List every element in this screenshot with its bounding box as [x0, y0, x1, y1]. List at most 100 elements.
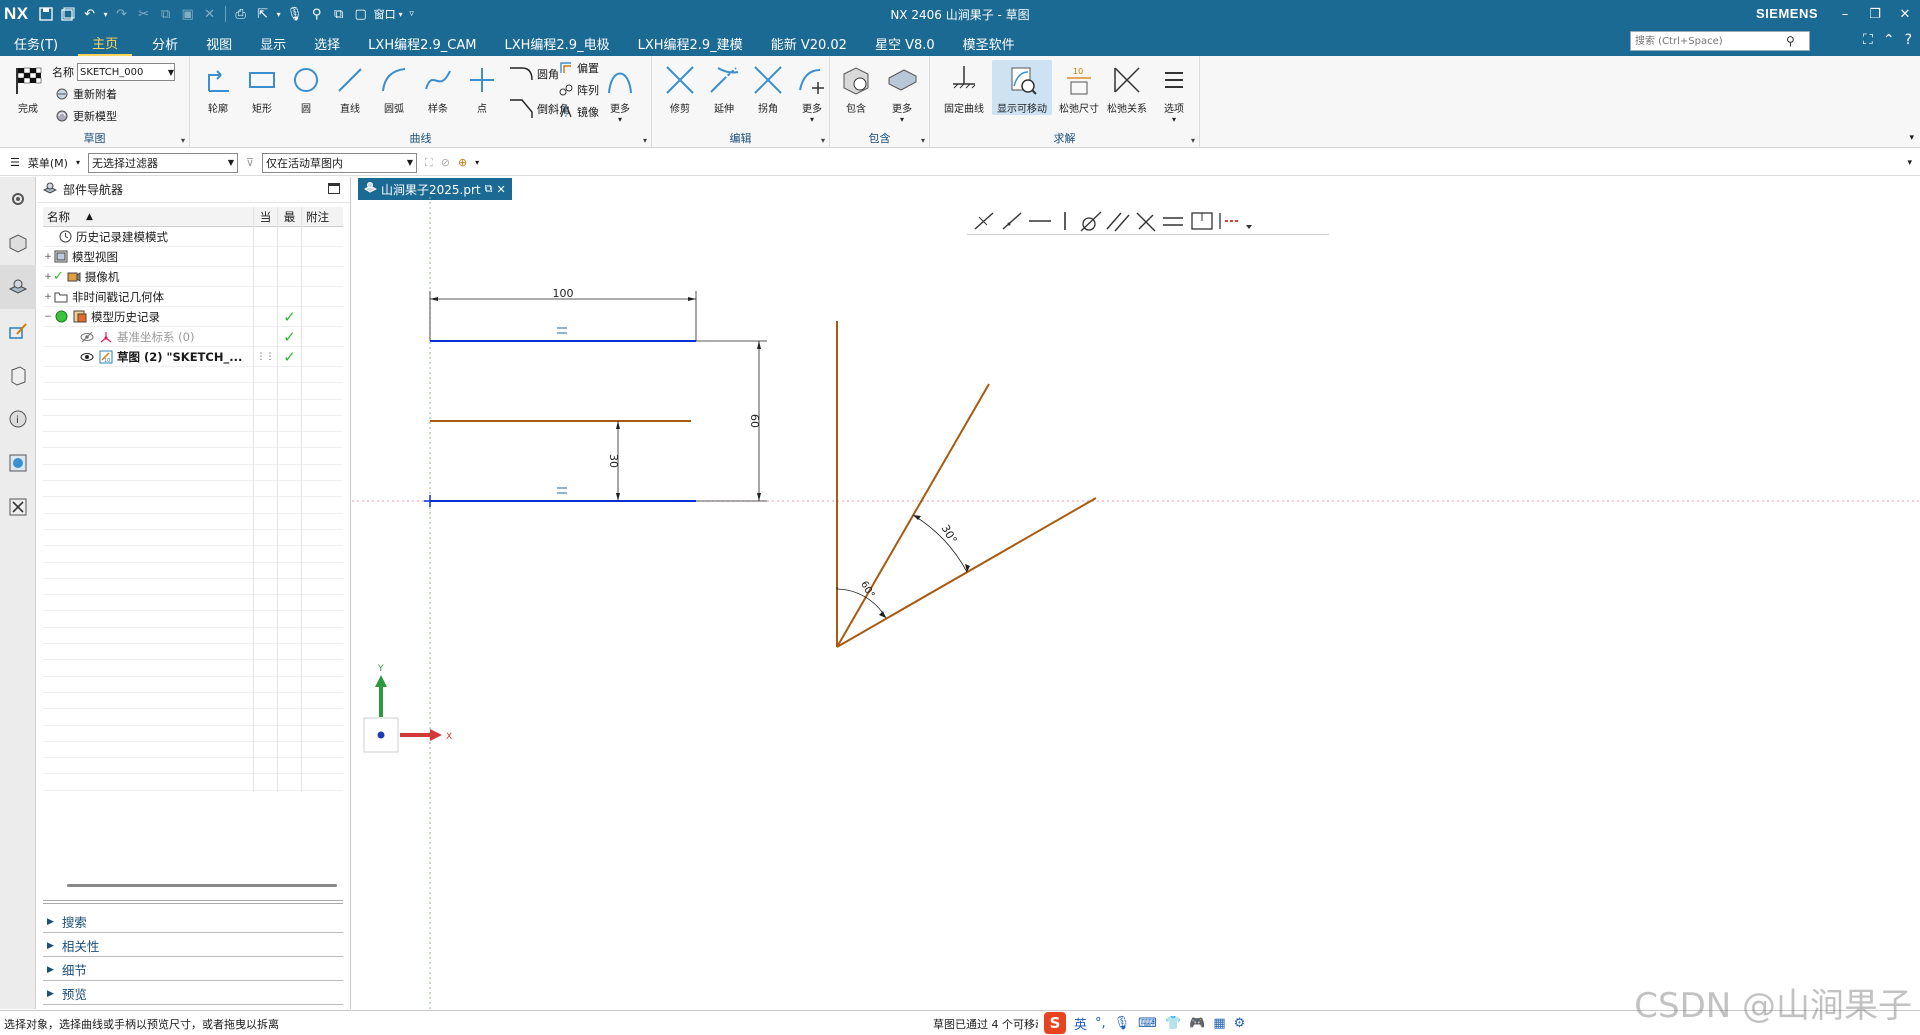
collapse-icon[interactable]: − [43, 312, 53, 322]
pattern-button[interactable]: 阵列 [558, 82, 599, 98]
maximize-panel-icon[interactable] [328, 183, 340, 194]
menu-item-lxh-electrode[interactable]: LXH编程2.9_电极 [490, 30, 623, 56]
group-dropdown-icon[interactable]: ▾ [181, 136, 185, 145]
tools-icon[interactable] [0, 485, 36, 529]
trim-button[interactable]: 修剪 [658, 60, 702, 115]
filter-funnel-icon[interactable]: ⊽ [246, 156, 254, 169]
circle-button[interactable]: 圆 [284, 60, 328, 115]
options-button[interactable]: 选项 ▾ [1152, 60, 1196, 124]
sketch-line-shallow[interactable] [836, 497, 1097, 648]
information-icon[interactable]: i [0, 397, 36, 441]
equal-constraint-symbol[interactable] [557, 327, 567, 334]
tree-row-model-history[interactable]: − 模型历史记录 ✓ [43, 306, 343, 327]
panel-preview[interactable]: ▶ 预览 [43, 983, 343, 1005]
microphone-icon[interactable]: 🎙 [1114, 1016, 1131, 1031]
finish-sketch-button[interactable]: 完成 [6, 60, 50, 115]
tree-row-history-mode[interactable]: 历史记录建模模式 [43, 226, 343, 247]
menu-item-task[interactable]: 任务(T) [0, 30, 72, 56]
graphics-window[interactable]: 山涧果子2025.prt ⧉ ✕ 100 60 30 30° 60° Y X [352, 177, 1920, 1009]
window-dropdown-icon[interactable]: ▾ [396, 3, 406, 25]
include-more-button[interactable]: 更多 ▾ [880, 60, 924, 124]
type-filter-select[interactable]: 无选择过滤器 ▼ [87, 152, 238, 173]
assembly-navigator-icon[interactable] [0, 221, 36, 265]
main-menu-button[interactable]: 菜单(M) [28, 155, 68, 171]
dimension-30-label[interactable]: 30 [607, 454, 620, 468]
paste-icon[interactable]: ▣ [177, 3, 199, 25]
fix-curve-button[interactable]: 固定曲线 [940, 60, 988, 115]
arc-button[interactable]: 圆弧 [372, 60, 416, 115]
command-finder-icon[interactable]: ⚲ [306, 3, 328, 25]
expand-icon[interactable]: + [43, 272, 53, 282]
expand-icon[interactable]: + [43, 252, 53, 262]
group-dropdown-icon[interactable]: ▾ [1191, 136, 1195, 145]
spline-button[interactable]: 样条 [416, 60, 460, 115]
filterbar-expand-icon[interactable]: ▾ [1907, 158, 1912, 168]
edit-more-button[interactable]: 更多 ▾ [790, 60, 834, 124]
menu-item-xingkong[interactable]: 星空 V8.0 [861, 30, 949, 56]
copy-icon[interactable]: ⧉ [155, 3, 177, 25]
microphone-icon[interactable]: 🎙 [284, 3, 306, 25]
column-name[interactable]: 名称 ▲ [43, 209, 253, 225]
menu-item-display[interactable]: 显示 [246, 30, 300, 56]
offset-button[interactable]: 偏置 [558, 60, 599, 76]
update-model-button[interactable]: 更新模型 [54, 108, 117, 124]
hamburger-icon[interactable]: ☰ [10, 156, 20, 169]
relax-relations-button[interactable]: 松弛关系 [1104, 60, 1150, 115]
print-icon[interactable]: ⎙ [230, 3, 252, 25]
chevron-down-icon[interactable]: ▾ [76, 158, 80, 167]
profile-button[interactable]: 轮廓 [196, 60, 240, 115]
tree-row-datum-csys[interactable]: 基准坐标系 (0) ✓ [43, 326, 343, 347]
sogou-logo-icon[interactable]: S [1044, 1012, 1066, 1034]
group-dropdown-icon[interactable]: ▾ [921, 136, 925, 145]
angle-dimension-30[interactable] [912, 514, 970, 573]
menu-item-home[interactable]: 主页 [78, 30, 133, 56]
customize-icon[interactable]: ▿ [406, 3, 418, 25]
select-all-icon[interactable]: ⛶ [425, 156, 433, 170]
tree-row-cameras[interactable]: + ✓ 摄像机 [43, 266, 343, 287]
search-icon[interactable]: ⚲ [1786, 34, 1795, 48]
panel-search[interactable]: ▶ 搜索 [43, 911, 343, 933]
ribbon-expand-icon[interactable]: ▾ [1909, 133, 1914, 143]
menu-item-select[interactable]: 选择 [300, 30, 354, 56]
menu-item-analysis[interactable]: 分析 [138, 30, 192, 56]
tree-row-model-views[interactable]: + 模型视图 [43, 246, 343, 267]
column-current[interactable]: 当 [253, 206, 277, 227]
restore-icon[interactable]: ❐ [1860, 0, 1890, 28]
sketch-name-select[interactable]: SKETCH_000 ▼ [77, 63, 175, 81]
chevron-down-icon[interactable]: ▾ [475, 158, 479, 167]
show-movable-button[interactable]: 显示可移动 [992, 60, 1052, 115]
redo-icon[interactable]: ↷ [111, 3, 133, 25]
collapse-ribbon-icon[interactable]: ⌃ [1883, 32, 1895, 48]
settings-gear-icon[interactable] [0, 177, 36, 221]
sketch-line-steep[interactable] [836, 383, 990, 648]
group-dropdown-icon[interactable]: ▾ [821, 136, 825, 145]
panel-dependencies[interactable]: ▶ 相关性 [43, 935, 343, 957]
sketch-navigator-icon[interactable] [0, 309, 36, 353]
mirror-button[interactable]: 镜像 [558, 104, 599, 120]
include-button[interactable]: 包含 [834, 60, 878, 115]
select-arrow-icon[interactable]: ⇱ [252, 3, 274, 25]
reattach-button[interactable]: 重新附着 [54, 86, 117, 102]
corner-button[interactable]: 拐角 [746, 60, 790, 115]
expand-icon[interactable]: + [43, 292, 53, 302]
close-icon[interactable]: ✕ [1890, 0, 1920, 28]
column-notes[interactable]: 附注 [301, 206, 343, 227]
fillet-button[interactable]: 圆角 [508, 66, 559, 82]
keyboard-icon[interactable]: ⌨ [1138, 1016, 1157, 1031]
cut-icon[interactable]: ✂ [133, 3, 155, 25]
angle-dimension-30-label[interactable]: 30° [939, 523, 960, 546]
relax-dimensions-button[interactable]: 10 松弛尺寸 [1056, 60, 1102, 115]
menu-item-view[interactable]: 视图 [192, 30, 246, 56]
scope-select[interactable]: 仅在活动草图内 ▼ [262, 152, 418, 173]
punctuation-icon[interactable]: °, [1095, 1016, 1106, 1031]
game-icon[interactable]: 🎮 [1189, 1016, 1205, 1031]
select-dropdown-icon[interactable]: ▾ [274, 3, 284, 25]
help-icon[interactable]: ? [1905, 32, 1912, 48]
save-icon[interactable] [35, 3, 57, 25]
hidden-eye-icon[interactable] [79, 329, 95, 345]
line-button[interactable]: 直线 [328, 60, 372, 115]
save-all-icon[interactable] [57, 3, 79, 25]
minimize-icon[interactable]: – [1830, 0, 1860, 28]
fullscreen-icon[interactable]: ⛶ [1863, 32, 1873, 48]
web-browser-icon[interactable] [0, 441, 36, 485]
